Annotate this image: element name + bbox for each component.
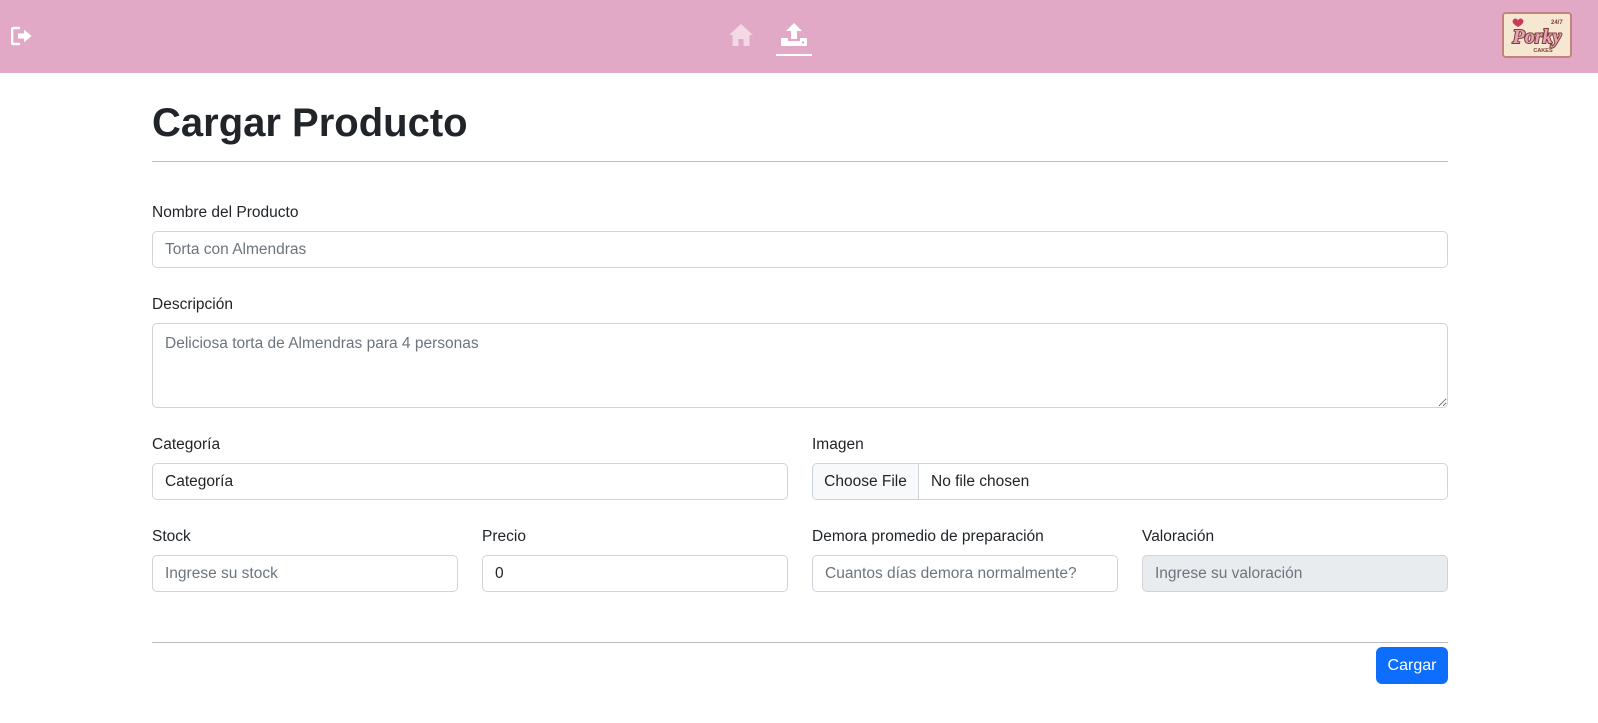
- nombre-label: Nombre del Producto: [152, 204, 299, 221]
- choose-file-button[interactable]: Choose File: [813, 464, 919, 499]
- categoria-label: Categoría: [152, 436, 221, 453]
- categoria-input[interactable]: [152, 463, 788, 500]
- upload-nav-link[interactable]: [776, 20, 812, 56]
- descripcion-textarea[interactable]: [152, 323, 1448, 408]
- active-nav-indicator: [776, 54, 812, 56]
- home-icon[interactable]: [728, 22, 754, 48]
- top-navbar: 24/7 Porky Porky CAKES: [0, 0, 1598, 73]
- imagen-file-input[interactable]: Choose File No file chosen: [812, 463, 1448, 500]
- valoracion-label: Valoración: [1142, 528, 1215, 545]
- descripcion-label: Descripción: [152, 296, 233, 313]
- logo-subtitle: CAKES: [1533, 48, 1553, 54]
- logout-icon[interactable]: [10, 26, 33, 46]
- stock-input[interactable]: [152, 555, 458, 592]
- brand-logo[interactable]: 24/7 Porky Porky CAKES: [1502, 12, 1572, 58]
- stock-label: Stock: [152, 528, 191, 545]
- title-divider: [152, 161, 1448, 162]
- cargar-button[interactable]: Cargar: [1376, 647, 1448, 684]
- upload-icon: [781, 23, 807, 46]
- page-title: Cargar Producto: [152, 101, 468, 145]
- file-status: No file chosen: [931, 472, 1030, 490]
- logo-wordmark-fill: Porky: [1512, 26, 1562, 48]
- form-divider: [152, 642, 1448, 643]
- precio-label: Precio: [482, 528, 526, 545]
- precio-input[interactable]: [482, 555, 788, 592]
- nombre-input[interactable]: [152, 231, 1448, 268]
- demora-label: Demora promedio de preparación: [812, 528, 1044, 545]
- valoracion-input: [1142, 555, 1448, 592]
- demora-input[interactable]: [812, 555, 1118, 592]
- imagen-label: Imagen: [812, 436, 864, 453]
